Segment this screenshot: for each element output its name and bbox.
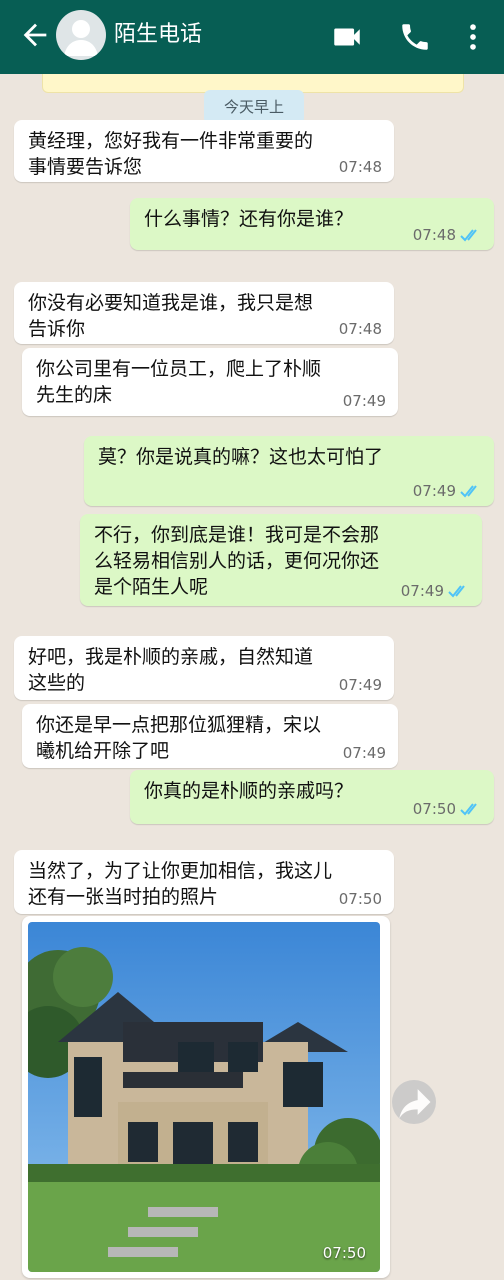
message-text: 你公司里有一位员工，爬上了朴顺先生的床	[36, 358, 322, 406]
contact-name[interactable]: 陌生电话	[114, 18, 202, 52]
message-time: 07:49	[342, 744, 386, 762]
forward-button[interactable]	[392, 1080, 436, 1124]
message-incoming[interactable]: 当然了，为了让你更加相信，我这儿还有一张当时拍的照片 07:50	[14, 850, 394, 914]
read-receipt-icon	[460, 229, 477, 242]
date-separator: 今天早上	[204, 90, 304, 124]
message-incoming[interactable]: 你公司里有一位员工，爬上了朴顺先生的床 07:49	[22, 348, 398, 416]
message-text: 你还是早一点把那位狐狸精，宋以曦机给开除了吧	[36, 714, 322, 762]
message-outgoing[interactable]: 莫？你是说真的嘛？这也太可怕了 07:49	[84, 436, 494, 506]
video-call-icon[interactable]	[330, 20, 364, 54]
message-time: 07:49	[400, 582, 444, 600]
message-text: 黄经理，您好我有一件非常重要的事情要告诉您	[28, 130, 314, 178]
message-text: 你没有必要知道我是谁，我只是想告诉你	[28, 292, 314, 340]
message-text: 不行，你到底是谁！我可是不会那么轻易相信别人的话，更何况你还是个陌生人呢	[94, 524, 380, 598]
avatar[interactable]	[56, 10, 106, 60]
message-time: 07:48	[412, 226, 456, 244]
message-time: 07:49	[338, 676, 382, 694]
read-receipt-icon	[460, 485, 477, 498]
message-time: 07:50	[412, 800, 456, 818]
image-time: 07:50	[322, 1244, 366, 1262]
message-time: 07:48	[338, 158, 382, 176]
forward-arrow-icon	[399, 1089, 431, 1119]
message-text: 莫？你是说真的嘛？这也太可怕了	[98, 446, 384, 468]
message-outgoing[interactable]: 你真的是朴顺的亲戚吗？ 07:50	[130, 770, 494, 824]
message-incoming[interactable]: 黄经理，您好我有一件非常重要的事情要告诉您 07:48	[14, 120, 394, 182]
message-outgoing[interactable]: 不行，你到底是谁！我可是不会那么轻易相信别人的话，更何况你还是个陌生人呢 07:…	[80, 514, 482, 606]
message-outgoing[interactable]: 什么事情？还有你是谁？ 07:48	[130, 198, 494, 250]
image-message[interactable]: 07:50	[22, 916, 390, 1278]
message-time: 07:50	[338, 890, 382, 908]
message-incoming[interactable]: 你还是早一点把那位狐狸精，宋以曦机给开除了吧 07:49	[22, 704, 398, 768]
message-time: 07:49	[342, 392, 386, 410]
message-text: 好吧，我是朴顺的亲戚，自然知道这些的	[28, 646, 314, 694]
read-receipt-icon	[460, 803, 477, 816]
back-arrow-icon[interactable]	[18, 18, 52, 52]
house-photo[interactable]: 07:50	[28, 922, 380, 1272]
message-incoming[interactable]: 好吧，我是朴顺的亲戚，自然知道这些的 07:49	[14, 636, 394, 700]
voice-call-icon[interactable]	[398, 20, 432, 54]
message-text: 当然了，为了让你更加相信，我这儿还有一张当时拍的照片	[28, 860, 333, 908]
house-image	[28, 922, 380, 1272]
read-receipt-icon	[448, 585, 465, 598]
more-options-icon[interactable]	[456, 20, 490, 54]
message-time: 07:48	[338, 320, 382, 338]
message-time: 07:49	[412, 482, 456, 500]
message-incoming[interactable]: 你没有必要知道我是谁，我只是想告诉你 07:48	[14, 282, 394, 344]
top-app-bar: 陌生电话	[0, 0, 504, 74]
